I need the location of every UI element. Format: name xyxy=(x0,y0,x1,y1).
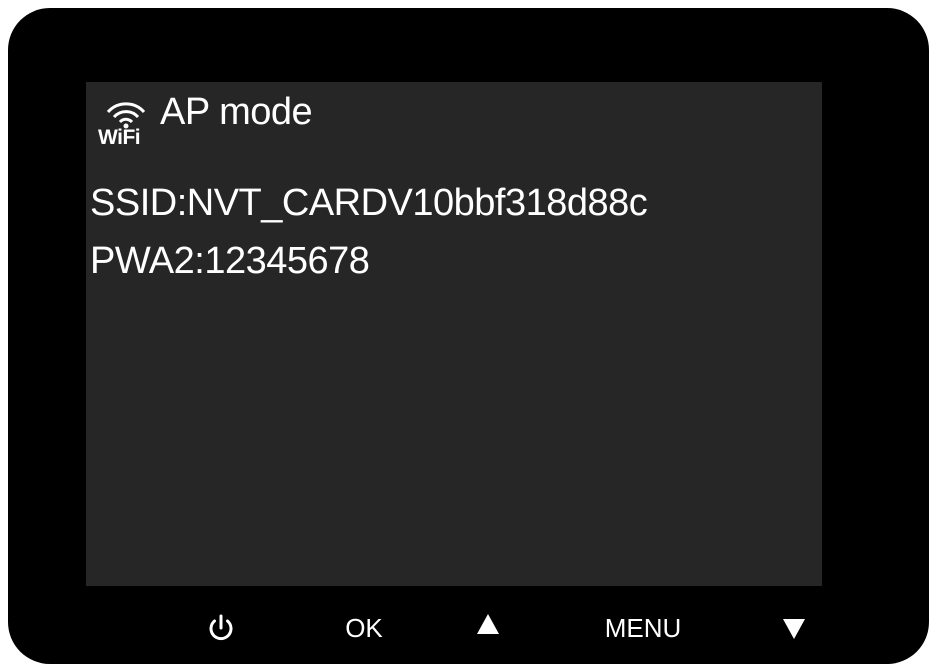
power-icon xyxy=(209,614,233,641)
down-button[interactable] xyxy=(774,604,814,652)
triangle-down-icon xyxy=(783,619,805,639)
ok-label: OK xyxy=(345,612,383,643)
wifi-text: WiFi xyxy=(98,126,141,149)
wifi-icon: WiFi xyxy=(96,92,156,152)
lcd-screen: WiFi AP mode SSID:NVT_CARDV10bbf318d88c … xyxy=(86,82,822,586)
button-bar: OK MENU xyxy=(8,604,929,652)
mode-header: WiFi AP mode xyxy=(96,90,313,154)
dashcam-device: WiFi AP mode SSID:NVT_CARDV10bbf318d88c … xyxy=(8,8,929,664)
ok-button[interactable]: OK xyxy=(334,604,394,652)
password-line: PWA2:12345678 xyxy=(90,240,370,282)
mode-label: AP mode xyxy=(160,90,313,133)
triangle-up-icon xyxy=(477,614,499,634)
menu-label: MENU xyxy=(604,612,682,643)
power-button[interactable] xyxy=(196,604,246,652)
up-button[interactable] xyxy=(466,604,510,652)
ssid-line: SSID:NVT_CARDV10bbf318d88c xyxy=(90,182,648,224)
menu-button[interactable]: MENU xyxy=(588,604,698,652)
